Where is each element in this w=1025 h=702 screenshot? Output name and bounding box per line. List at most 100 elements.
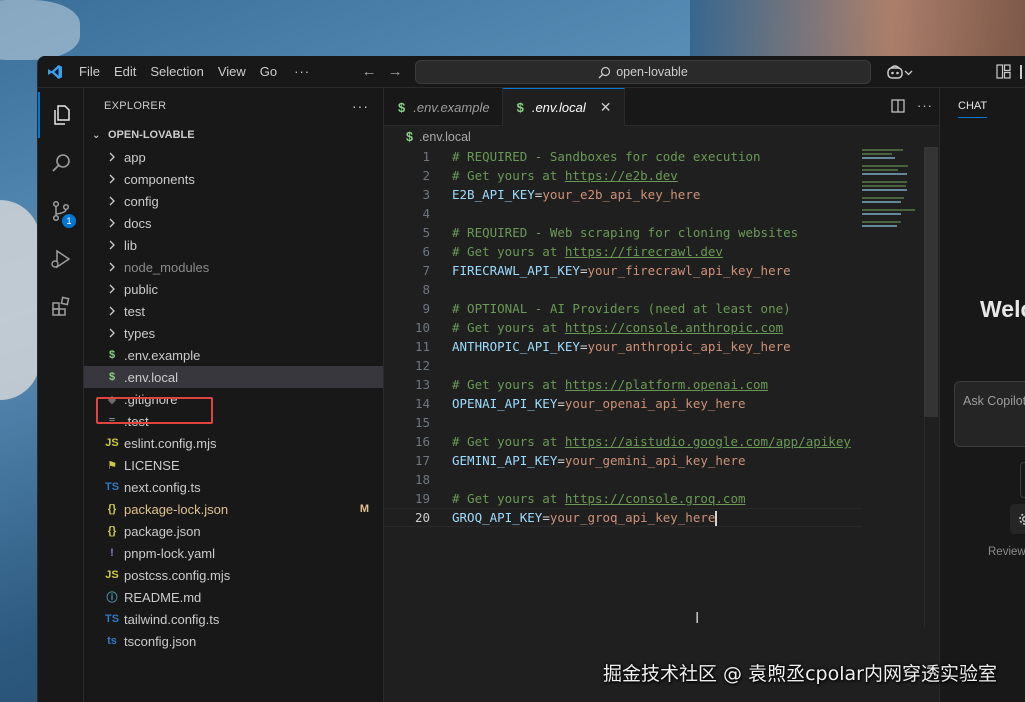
comment-text: # Get yours at <box>452 434 565 449</box>
tab-env-local[interactable]: $ .env.local ✕ <box>502 88 625 126</box>
tab-chat[interactable]: CHAT <box>958 100 988 118</box>
folder-item[interactable]: public <box>84 278 383 300</box>
menu-edit[interactable]: Edit <box>107 56 143 88</box>
folder-item[interactable]: node_modules <box>84 256 383 278</box>
menu-view[interactable]: View <box>211 56 253 88</box>
menu-more-icon[interactable]: ··· <box>284 64 320 79</box>
source-control-icon[interactable]: 1 <box>38 188 84 234</box>
split-editor-icon[interactable] <box>891 98 905 113</box>
forward-arrow-icon[interactable]: → <box>382 63 408 80</box>
tab-env-example[interactable]: $ .env.example <box>384 88 503 126</box>
watermark: 掘金技术社区 @ 袁煦丞cpolar内网穿透实验室 <box>603 663 997 685</box>
run-debug-icon[interactable] <box>38 236 84 282</box>
desktop-background-shape <box>690 0 1025 58</box>
gear-icon[interactable] <box>1010 504 1025 534</box>
line-number: 1 <box>422 149 430 164</box>
file-item[interactable]: ◆ .gitignore <box>84 388 383 410</box>
desktop-background-shape <box>0 0 80 60</box>
file-item[interactable]: JS eslint.config.mjs <box>84 432 383 454</box>
folder-item[interactable]: app <box>84 146 383 168</box>
minimap-line <box>862 189 907 191</box>
chat-input[interactable]: Ask Copilot <box>954 381 1025 447</box>
explorer-more-icon[interactable]: ··· <box>352 98 369 114</box>
code-line: 4 <box>384 204 862 223</box>
minimap-line <box>862 181 907 183</box>
line-content: # REQUIRED - Sandboxes for code executio… <box>430 149 761 164</box>
editor-scrollbar-thumb[interactable] <box>924 147 938 417</box>
line-content: # Get yours at https://console.groq.com <box>430 491 746 506</box>
breadcrumb[interactable]: $ .env.local <box>384 126 939 148</box>
minimap[interactable] <box>862 147 924 277</box>
file-item[interactable]: ⓘ README.md <box>84 586 383 608</box>
file-item[interactable]: JS postcss.config.mjs <box>84 564 383 586</box>
file-item[interactable]: ts tsconfig.json <box>84 630 383 652</box>
file-item[interactable]: ! pnpm-lock.yaml <box>84 542 383 564</box>
comment-link[interactable]: https://aistudio.google.com/app/apikey <box>565 434 851 449</box>
extensions-icon[interactable] <box>38 284 84 330</box>
file-item[interactable]: {} package.json <box>84 520 383 542</box>
close-icon[interactable]: ✕ <box>600 99 612 116</box>
explorer-icon[interactable] <box>38 92 84 138</box>
chevron-right-icon <box>104 218 120 228</box>
comment-link[interactable]: https://console.groq.com <box>565 491 746 506</box>
tab-label: .env.local <box>531 100 586 115</box>
code-line: 6 # Get yours at https://firecrawl.dev <box>384 242 862 261</box>
search-icon[interactable] <box>38 140 84 186</box>
menu-file[interactable]: File <box>72 56 107 88</box>
vscode-logo-icon <box>38 56 72 88</box>
folder-item[interactable]: lib <box>84 234 383 256</box>
comment-link[interactable]: https://console.anthropic.com <box>565 320 783 335</box>
chat-attach-button[interactable] <box>1020 462 1025 498</box>
git-modified-badge: M <box>359 503 369 515</box>
file-type-icon: $ <box>108 371 116 383</box>
file-item[interactable]: TS tailwind.config.ts <box>84 608 383 630</box>
menu-selection[interactable]: Selection <box>143 56 210 88</box>
folder-item[interactable]: docs <box>84 212 383 234</box>
folder-item[interactable]: components <box>84 168 383 190</box>
tree-item-label: public <box>124 281 158 297</box>
file-item[interactable]: ≡ .test <box>84 410 383 432</box>
file-type-icon: $ <box>108 349 116 361</box>
env-value: your_gemini_api_key_here <box>564 453 746 468</box>
comment-link[interactable]: https://platform.openai.com <box>565 377 768 392</box>
code-line: 7 FIRECRAWL_API_KEY=your_firecrawl_api_ke… <box>384 261 862 280</box>
folder-item[interactable]: test <box>84 300 383 322</box>
line-number: 3 <box>422 187 430 202</box>
file-item[interactable]: ⚑ LICENSE <box>84 454 383 476</box>
minimap-line <box>862 221 901 223</box>
chevron-right-icon <box>104 262 120 272</box>
command-center-search[interactable]: open-lovable <box>415 60 871 84</box>
tree-item-label: docs <box>124 215 152 231</box>
file-type-icon: TS <box>104 613 120 625</box>
file-type-icon: ! <box>110 547 114 559</box>
code-line: 17 GEMINI_API_KEY=your_gemini_api_key_her… <box>384 451 862 470</box>
explorer-title: EXPLORER <box>104 100 167 112</box>
minimap-line <box>862 153 892 155</box>
file-item[interactable]: $ .env.example <box>84 344 383 366</box>
copilot-menu-button[interactable] <box>886 62 916 82</box>
menu-go[interactable]: Go <box>253 56 284 88</box>
file-item[interactable]: $ .env.local <box>84 366 383 388</box>
env-value: your_e2b_api_key_here <box>542 187 701 202</box>
chevron-right-icon <box>104 152 120 162</box>
code-line: 15 <box>384 413 862 432</box>
back-arrow-icon[interactable]: ← <box>356 63 382 80</box>
folder-item[interactable]: types <box>84 322 383 344</box>
minimap-line <box>862 157 895 159</box>
line-number: 6 <box>422 244 430 259</box>
customize-layout-icon[interactable] <box>996 64 1011 82</box>
comment-link[interactable]: https://e2b.dev <box>565 168 678 183</box>
editor-more-icon[interactable]: ··· <box>917 98 933 113</box>
code-editor[interactable]: 1 # REQUIRED - Sandboxes for code executi… <box>384 147 862 527</box>
file-item[interactable]: {} package-lock.json M <box>84 498 383 520</box>
tree-item-label: .env.example <box>124 347 201 363</box>
window-control-edge[interactable] <box>1020 65 1022 79</box>
chat-review-label: Review <box>988 546 1025 558</box>
file-item[interactable]: TS next.config.ts <box>84 476 383 498</box>
explorer-sidebar: EXPLORER ··· ⌄ OPEN-LOVABLE app component… <box>84 88 384 702</box>
line-content: # OPTIONAL - AI Providers (need at least… <box>430 301 791 316</box>
workspace-root-folder[interactable]: ⌄ OPEN-LOVABLE <box>84 124 383 146</box>
folder-item[interactable]: config <box>84 190 383 212</box>
code-line: 11 ANTHROPIC_API_KEY=your_anthropic_api_k… <box>384 337 862 356</box>
comment-link[interactable]: https://firecrawl.dev <box>565 244 723 259</box>
